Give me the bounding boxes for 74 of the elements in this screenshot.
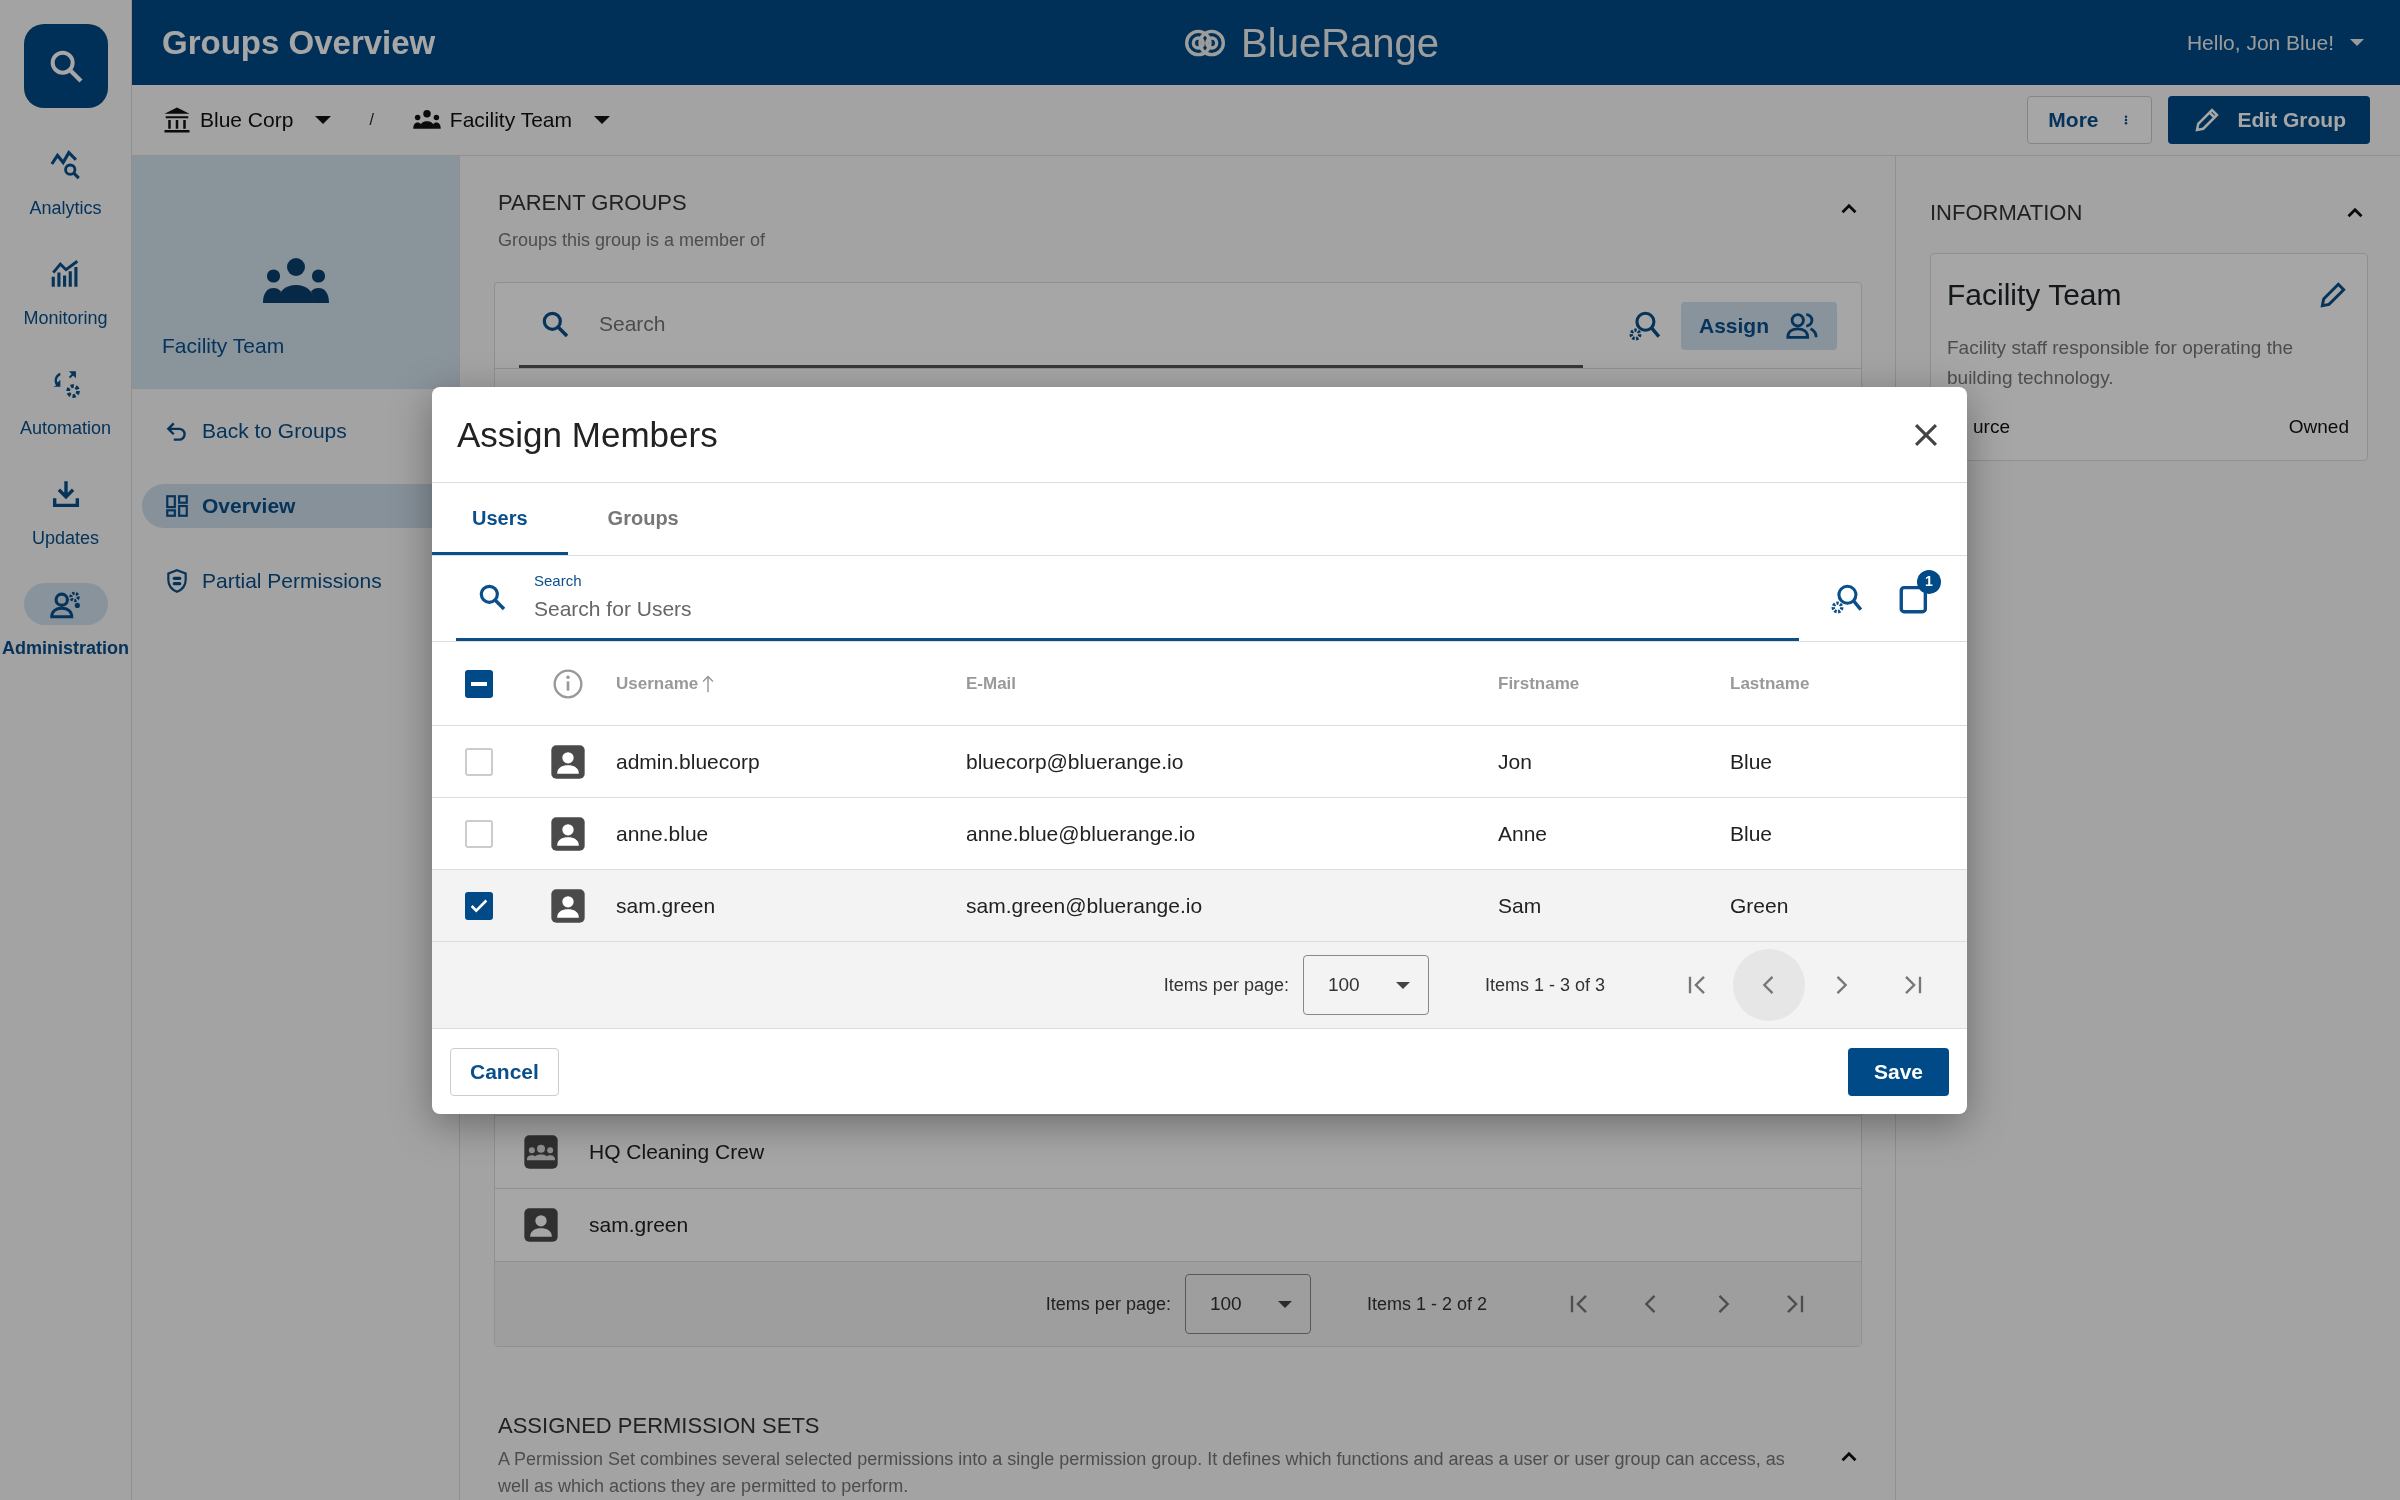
table-cell-text: anne.blue@bluerange.io (966, 820, 1197, 847)
search-button[interactable] (23, 24, 108, 108)
section-description: A Permission Set combines several selected permissions into a single permission group. It defines which functions and areas a user or user group can access, as well as which actions they are permitted to perform. (498, 1448, 1786, 1498)
people-group-avatar-icon (521, 1132, 561, 1172)
shield-icon (164, 568, 190, 594)
table-cell-text: Sam (1498, 892, 1543, 919)
tab[interactable]: Groups (567, 483, 719, 555)
table-cell-text: anne.blue (615, 820, 710, 847)
caret-icon (1395, 981, 1410, 989)
table-cell-text: Blue (1730, 748, 1773, 775)
table-cell-text: Green (1730, 892, 1789, 919)
table-cell-text: Jon (1498, 748, 1533, 775)
breadcrumb-dropdown[interactable]: Facility Team (411, 104, 610, 136)
page-title: Groups Overview (162, 22, 436, 63)
edit-group-button[interactable]: Edit Group (2167, 96, 2370, 145)
caret-icon (594, 116, 610, 125)
table-cell-text: sam.green (615, 892, 717, 919)
items-per-page-label: Items per page: (1163, 973, 1289, 997)
dialog-title: Assign Members (457, 413, 718, 456)
rail-nav-item[interactable]: Updates (0, 472, 131, 582)
section-subtitle: Groups this group is a member of (498, 229, 766, 252)
table-cell-text: bluecorp@bluerange.io (966, 748, 1185, 775)
rail-nav-item[interactable]: Automation (0, 362, 131, 472)
info-icon (552, 667, 584, 700)
section-title: INFORMATION (1930, 199, 2083, 227)
column-header[interactable]: Username (616, 670, 699, 697)
column-header[interactable]: E-Mail (966, 670, 1017, 697)
table-cell-text: Anne (1498, 820, 1549, 847)
cancel-button[interactable]: Cancel (450, 1047, 559, 1096)
brand-name: BlueRange (1241, 19, 1440, 67)
bank-building-icon (162, 105, 192, 136)
section-title: PARENT GROUPS (498, 189, 688, 217)
page-size-select[interactable]: 100 (1302, 955, 1429, 1015)
row-name: HQ Cleaning Crew (589, 1139, 765, 1166)
group-name: Facility Team (162, 332, 286, 359)
table-cell-text: sam.green@bluerange.io (966, 892, 1204, 919)
page-range-label: Items 1 - 2 of 2 (1366, 1292, 1487, 1316)
rail-nav-item[interactable]: Monitoring (0, 252, 131, 362)
section-title: ASSIGNED PERMISSION SETS (498, 1412, 821, 1440)
caret-icon (1277, 1300, 1292, 1308)
tab[interactable]: Users (432, 483, 568, 555)
page-size-select[interactable]: 100 (1184, 1274, 1311, 1334)
search-field[interactable]: Search (597, 307, 1583, 341)
breadcrumb-separator: / (369, 110, 374, 131)
assign-members-dialog: Assign Members Users Groups Search Search for Users 1 Username E-Mail Firstname Lastname admin.bluecorp bluecorp@bluerange.io Jon Blue anne.blue anne.blue@bluerange.io Anne Blue sam.green sam.green@bluerange.io Sam Green Items per page: 100 Items 1 - 3 of 3 Cancel Save (432, 387, 1967, 1114)
search-field[interactable]: Search for Users (534, 592, 1134, 624)
items-per-page-label: Items per page: (1045, 1292, 1171, 1316)
dashboard-icon (164, 493, 190, 519)
person-avatar-icon (521, 1205, 561, 1245)
group-description: Facility staff responsible for operating the building technology. (1947, 336, 2295, 390)
caret-icon (315, 116, 332, 125)
field-label: urce (1972, 415, 2010, 439)
field-value: Owned (2288, 415, 2349, 439)
page-range-label: Items 1 - 3 of 3 (1484, 973, 1605, 997)
table-cell-text: admin.bluecorp (615, 748, 761, 775)
table-cell-text: Blue (1730, 820, 1773, 847)
table-row[interactable]: admin.bluecorp bluecorp@bluerange.io Jon Blue (432, 726, 1967, 798)
rail-nav-item[interactable]: Analytics (0, 142, 131, 252)
list-row[interactable]: HQ Cleaning Crew (495, 1115, 1861, 1188)
column-header[interactable]: Firstname (1498, 670, 1580, 697)
caret-icon (2350, 39, 2364, 47)
user-menu[interactable]: Hello, Jon Blue! (2180, 25, 2370, 60)
row-name: sam.green (589, 1212, 689, 1239)
select-all-checkbox[interactable] (465, 669, 493, 698)
column-header[interactable]: Lastname (1730, 670, 1810, 697)
rail-nav-item[interactable]: Administration (0, 582, 131, 692)
table-row[interactable]: sam.green sam.green@bluerange.io Sam Green (432, 870, 1967, 942)
assign-button[interactable]: Assign (1681, 301, 1837, 350)
breadcrumb-dropdown[interactable]: Blue Corp (162, 104, 332, 136)
count-badge: 1 (1917, 569, 1941, 594)
row-checkbox[interactable] (465, 891, 493, 920)
group-title: Facility Team (1947, 277, 2122, 313)
more-button[interactable]: More (2027, 96, 2152, 145)
save-button[interactable]: Save (1847, 1047, 1949, 1096)
